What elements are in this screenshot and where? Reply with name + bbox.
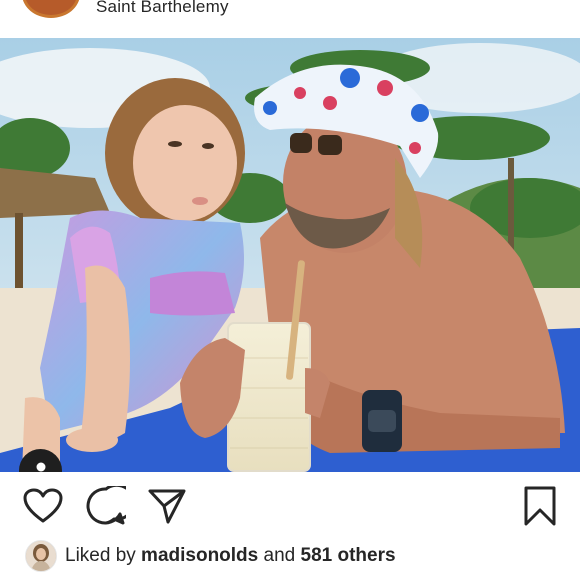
- likes-summary: Liked by madisonolds and 581 others: [25, 539, 396, 573]
- beach-photo: [0, 38, 580, 472]
- heart-icon: [23, 488, 63, 523]
- share-button[interactable]: [146, 485, 188, 527]
- post-header: Saint Barthelemy: [0, 0, 580, 38]
- post-location[interactable]: Saint Barthelemy: [96, 0, 229, 17]
- post-actions: [0, 485, 580, 533]
- likes-prefix: Liked by: [65, 545, 142, 566]
- like-button[interactable]: [22, 485, 64, 527]
- person-icon: [36, 462, 45, 472]
- bookmark-icon: [524, 486, 556, 526]
- comment-icon: [86, 486, 126, 525]
- liker-avatar[interactable]: [25, 540, 57, 572]
- save-button[interactable]: [519, 485, 561, 527]
- liker-username[interactable]: madisonolds: [141, 545, 258, 567]
- post-photo[interactable]: [0, 38, 580, 472]
- paper-plane-icon: [148, 489, 186, 524]
- comment-button[interactable]: [85, 485, 127, 527]
- author-avatar[interactable]: [22, 0, 80, 18]
- likes-count[interactable]: 581 others: [301, 545, 396, 567]
- likes-and: and: [258, 545, 301, 566]
